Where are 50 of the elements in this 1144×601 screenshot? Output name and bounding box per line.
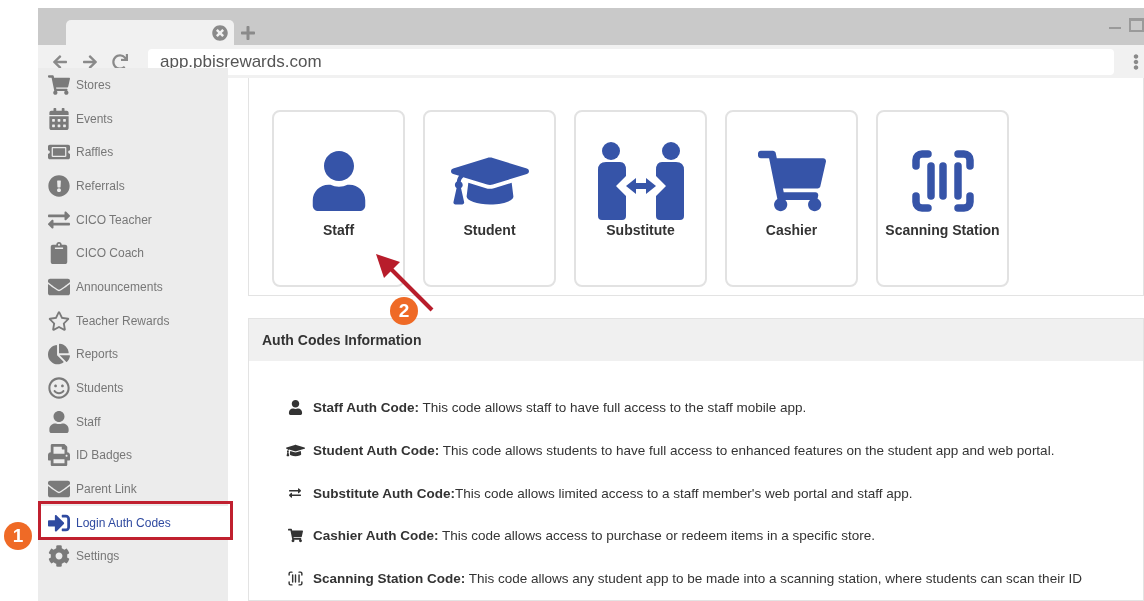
- sidebar-item[interactable]: Teacher Rewards: [38, 303, 228, 338]
- sidebar-item[interactable]: Raffles: [38, 135, 228, 170]
- calendar-icon: [48, 107, 70, 130]
- exclamation-icon: [48, 174, 70, 197]
- exchange-icon: [289, 487, 301, 500]
- panel-title: Auth Codes Information: [262, 331, 422, 348]
- new-tab-icon[interactable]: [240, 24, 256, 41]
- login-card[interactable]: Student: [423, 110, 556, 287]
- back-button[interactable]: [52, 53, 68, 70]
- sidebar-item[interactable]: CICO Teacher: [38, 202, 228, 237]
- step-badge: 2: [390, 297, 418, 325]
- code-description: Staff Auth Code: This code allows staff to have full access to the staff mobile app.: [313, 400, 807, 416]
- code-description: Cashier Auth Code: This code allows access to purchase or redeem items in a specific store.: [313, 528, 875, 544]
- sidebar-item[interactable]: Reports: [38, 337, 228, 372]
- pie-chart-icon: [48, 343, 70, 366]
- sidebar-item[interactable]: ID Badges: [38, 438, 228, 473]
- sidebar-item[interactable]: CICO Coach: [38, 236, 228, 271]
- person-icon: [48, 410, 70, 433]
- person-icon: [287, 400, 303, 416]
- close-icon[interactable]: [212, 24, 228, 41]
- barcode-icon: [286, 570, 304, 588]
- login-card[interactable]: Substitute: [574, 110, 707, 287]
- sidebar-item[interactable]: Announcements: [38, 270, 228, 304]
- sidebar-item[interactable]: Referrals: [38, 169, 228, 203]
- people-exchange-icon: [595, 142, 686, 220]
- code-description: Substitute Auth Code:This code allows limited access to a staff member's web portal and staff app.: [313, 485, 913, 501]
- printer-icon: [48, 444, 70, 467]
- address-field[interactable]: app.pbisrewards.com: [148, 48, 1114, 75]
- cart-icon: [48, 73, 70, 96]
- maximize-icon[interactable]: [1129, 18, 1144, 32]
- browser-tab[interactable]: [66, 20, 234, 45]
- settings-icon: [48, 545, 70, 568]
- forward-button[interactable]: [82, 53, 98, 70]
- sidebar-item[interactable]: Events: [38, 101, 228, 136]
- sidebar-item[interactable]: Settings: [38, 539, 228, 574]
- sidebar-item[interactable]: Staff: [38, 404, 228, 439]
- sidebar-item[interactable]: Students: [38, 371, 228, 405]
- cart-icon: [287, 528, 303, 544]
- sidebar-item[interactable]: Login Auth Codes: [38, 505, 228, 540]
- star-icon: [48, 309, 70, 332]
- step-badge: 1: [4, 522, 32, 550]
- login-card[interactable]: Cashier: [725, 110, 858, 287]
- code-description: Scanning Station Code: This code allows any student app to be made into a scanning station, where students can scan their ID: [313, 571, 1082, 587]
- face-icon: [48, 377, 70, 400]
- login-card[interactable]: Scanning Station: [876, 110, 1009, 287]
- sidebar-item[interactable]: Parent Link: [38, 472, 228, 506]
- exchange-icon: [48, 208, 70, 231]
- clipboard-icon: [48, 242, 70, 265]
- code-description: Student Auth Code: This code allows students to have full access to enhanced features on the student app and web portal.: [313, 443, 1055, 459]
- login-card[interactable]: Staff: [272, 110, 405, 287]
